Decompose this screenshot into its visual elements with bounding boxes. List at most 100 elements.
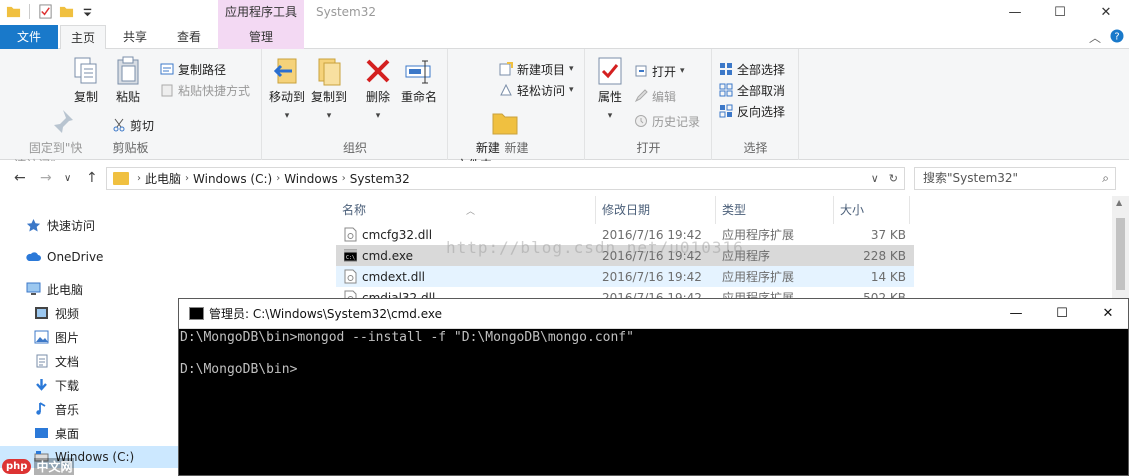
tab-manage[interactable]: 管理 [218,25,304,49]
console-app-icon: C:\ [344,249,357,262]
copy-button[interactable]: 复制 [68,55,104,106]
file-size: 228 KB [863,248,906,263]
copy-path-button[interactable]: 复制路径 [160,59,226,79]
paste-icon [113,55,143,87]
nav-videos[interactable]: 视频 [34,302,79,324]
file-list: 名称 ︿ 修改日期 类型 大小 cmcfg32.dll 2016/7/16 19:… [336,196,1126,306]
quick-access-toolbar [6,4,95,19]
select-none-button[interactable]: 全部取消 [719,80,785,100]
invert-selection-label: 反向选择 [737,104,786,119]
paste-shortcut-label: 粘贴快捷方式 [178,83,251,98]
properties-icon[interactable] [38,4,53,19]
scroll-up-icon[interactable]: ▲ [1116,198,1122,207]
cmd-close-button[interactable]: ✕ [1085,299,1129,329]
breadcrumb-separator-icon[interactable]: › [342,173,346,184]
history-button[interactable]: 历史记录 [634,111,700,131]
nav-onedrive[interactable]: OneDrive [26,246,103,268]
dll-file-icon [344,227,357,242]
move-to-button[interactable]: 移动到 ▾ [267,55,307,125]
tab-home[interactable]: 主页 [60,25,106,50]
breadcrumb-windows[interactable]: Windows [284,172,338,186]
table-row[interactable]: cmdext.dll 2016/7/16 19:42 应用程序扩展 14 KB [336,266,914,287]
rename-label: 重命名 [400,90,437,104]
breadcrumb-this-pc[interactable]: 此电脑 [145,170,181,187]
table-row[interactable]: C:\ cmd.exe 2016/7/16 19:42 应用程序 228 KB [336,245,914,266]
picture-icon [34,330,49,344]
up-arrow-icon[interactable]: ↑ [86,170,98,186]
nav-this-pc-label: 此电脑 [47,282,84,297]
delete-icon [363,55,393,87]
folder-icon[interactable] [6,4,21,19]
nav-documents[interactable]: 文档 [34,350,79,372]
command-prompt-title-bar[interactable]: 管理员: C:\Windows\System32\cmd.exe — ☐ ✕ [179,299,1128,329]
site-name: 中文网 [34,458,75,475]
clipboard-group: 固定到"快 速访问" 复制 粘贴 复制路径 粘贴快捷方式 剪切 剪贴板 [0,49,262,172]
recent-locations-chevron-icon[interactable]: ∨ [64,173,71,184]
forward-arrow-icon[interactable]: → [40,170,52,186]
easy-access-button[interactable]: 轻松访问 ▾ [499,80,574,100]
rename-button[interactable]: 重命名 [399,55,439,106]
table-row[interactable]: cmcfg32.dll 2016/7/16 19:42 应用程序扩展 37 KB [336,224,914,245]
search-input[interactable]: 搜索"System32" ⌕ [914,167,1116,190]
desktop-icon [35,428,48,438]
customize-qat-icon[interactable] [80,4,95,19]
select-all-button[interactable]: 全部选择 [719,59,785,79]
navigation-pane: 快速访问 OneDrive 此电脑 视频 图片 文档 下载 音乐 桌面 Wind… [0,196,180,476]
column-header-name[interactable]: 名称 ︿ [336,196,596,224]
refresh-icon[interactable]: ↻ [889,172,898,185]
nav-downloads[interactable]: 下载 [34,374,79,396]
maximize-button[interactable]: ☐ [1040,0,1080,25]
properties-button[interactable]: 属性 ▾ [592,55,628,125]
site-badge: php 中文网 [2,457,75,476]
cut-button[interactable]: 剪切 [112,115,154,135]
divider [29,4,30,19]
nav-music[interactable]: 音乐 [34,398,79,420]
back-arrow-icon[interactable]: ← [14,170,26,186]
tab-file[interactable]: 文件 [0,25,58,49]
address-dropdown-icon[interactable]: ∨ [871,172,879,185]
breadcrumb-system32[interactable]: System32 [350,172,410,186]
new-item-button[interactable]: 新建项目 ▾ [499,59,574,79]
column-header-type[interactable]: 类型 [716,196,834,224]
breadcrumb-separator-icon[interactable]: › [185,173,189,184]
column-header-modified[interactable]: 修改日期 [596,196,716,224]
chevron-up-icon[interactable]: ︿ [1089,29,1101,46]
console-icon [189,307,204,320]
breadcrumb-drive-c[interactable]: Windows (C:) [193,172,272,186]
nav-pictures[interactable]: 图片 [34,326,79,348]
copy-to-button[interactable]: 复制到 ▾ [309,55,349,125]
tab-share[interactable]: 共享 [112,25,158,49]
cmd-maximize-button[interactable]: ☐ [1039,299,1085,329]
dll-file-icon [344,269,357,284]
music-note-icon [36,402,46,415]
console-output[interactable]: D:\MongoDB\bin>mongod --install -f "D:\M… [179,330,634,378]
new-folder-icon[interactable] [59,4,74,19]
nav-desktop[interactable]: 桌面 [34,422,79,444]
scrollbar-thumb[interactable] [1116,218,1125,290]
file-size: 37 KB [870,227,906,242]
nav-videos-label: 视频 [55,306,80,321]
nav-quick-access[interactable]: 快速访问 [26,214,95,236]
cmd-minimize-button[interactable]: — [993,299,1039,329]
delete-button[interactable]: 删除 ▾ [363,55,393,125]
properties-dropdown-icon: ▾ [607,111,613,121]
command-prompt-window[interactable]: 管理员: C:\Windows\System32\cmd.exe — ☐ ✕ D… [178,298,1129,476]
computer-icon [26,282,41,295]
paste-button[interactable]: 粘贴 [108,55,148,106]
tab-view[interactable]: 查看 [166,25,212,49]
close-button[interactable]: ✕ [1086,0,1126,25]
search-icon: ⌕ [1102,171,1109,185]
breadcrumb-separator-icon[interactable]: › [276,173,280,184]
nav-this-pc[interactable]: 此电脑 [26,278,83,300]
invert-selection-button[interactable]: 反向选择 [719,101,785,121]
paste-shortcut-button[interactable]: 粘贴快捷方式 [160,80,250,100]
column-header-size[interactable]: 大小 [834,196,910,224]
breadcrumb-separator-icon[interactable]: › [137,173,141,184]
help-icon[interactable]: ? [1110,29,1124,46]
address-bar[interactable]: › 此电脑 › Windows (C:) › Windows › System3… [106,167,905,190]
edit-button[interactable]: 编辑 [634,86,676,106]
file-list-scrollbar[interactable]: ▲ [1112,196,1129,300]
minimize-button[interactable]: — [995,0,1035,25]
open-button[interactable]: 打开 ▾ [634,61,685,81]
open-group: 属性 ▾ 打开 ▾ 编辑 历史记录 打开 [586,49,712,160]
